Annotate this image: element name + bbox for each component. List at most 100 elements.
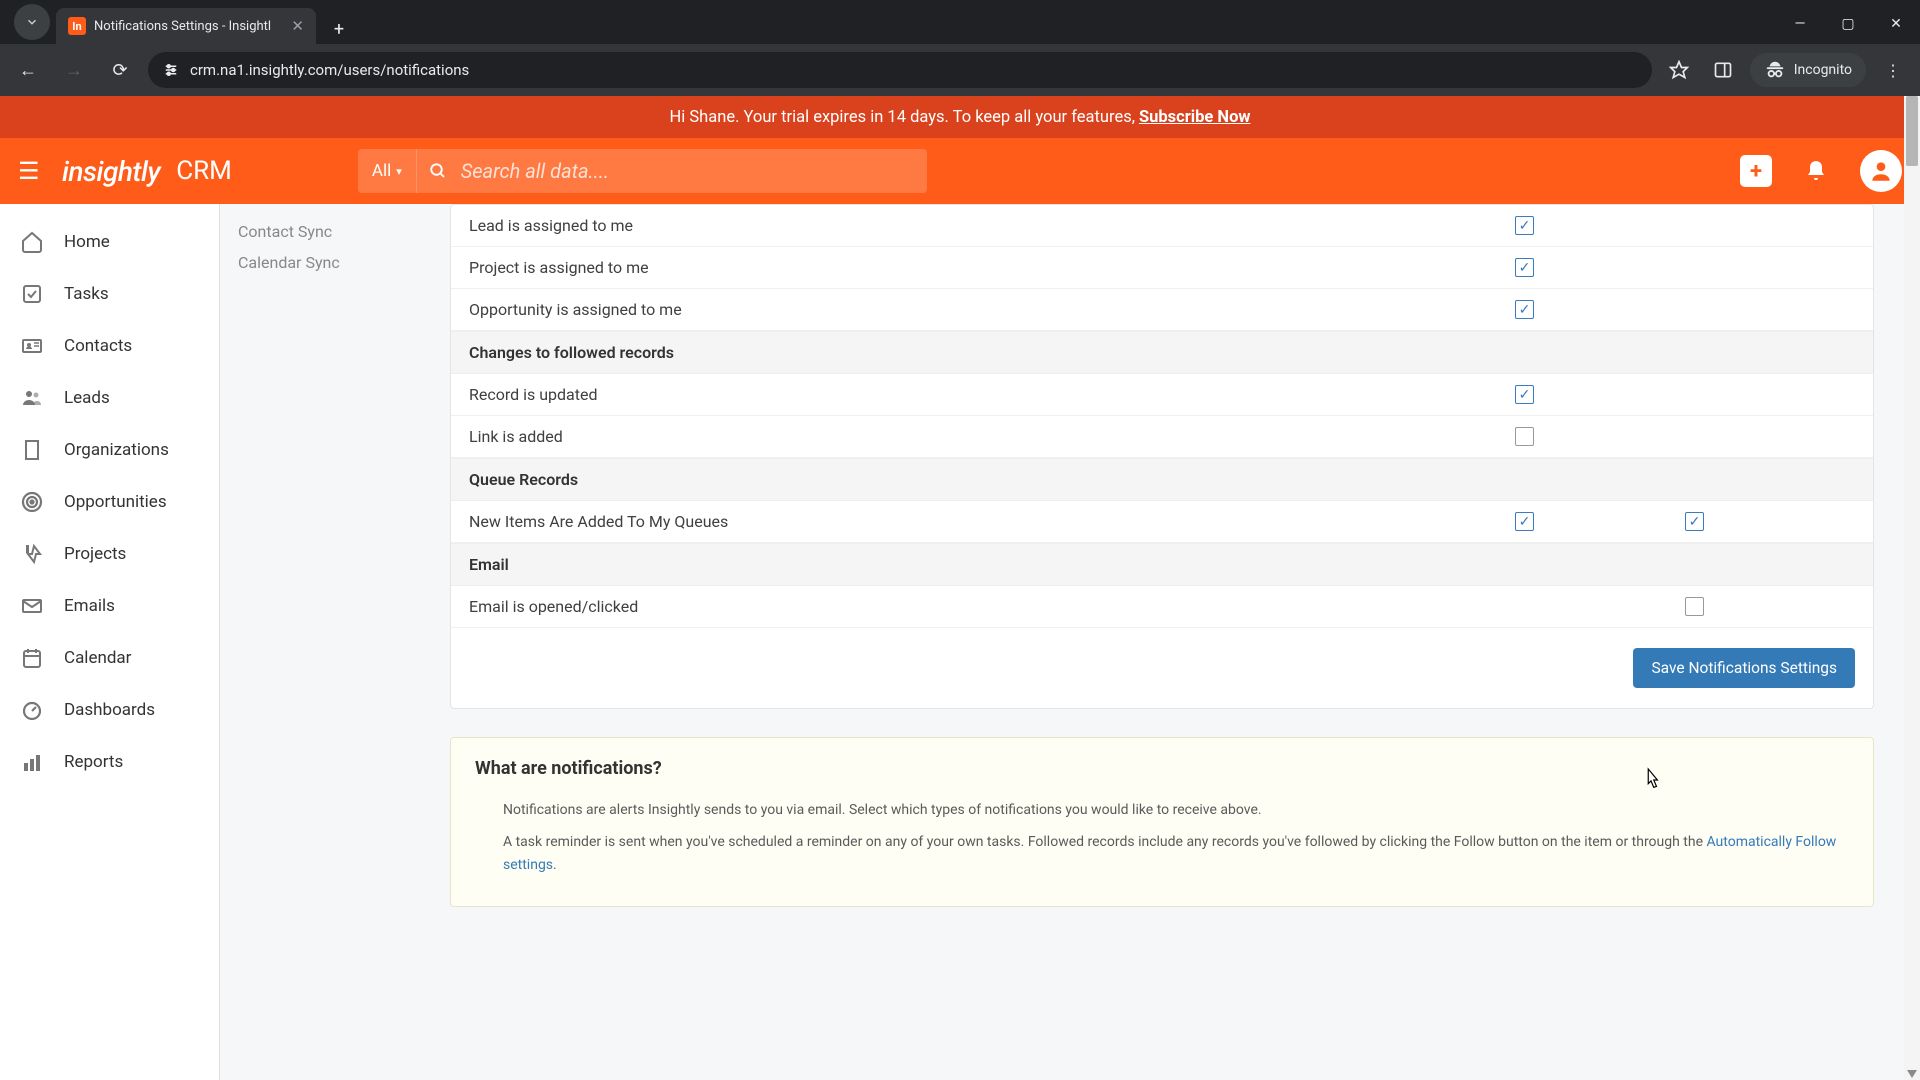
checkbox[interactable]: ✓ xyxy=(1515,385,1534,404)
insightly-logo: insightly xyxy=(62,155,160,188)
checkbox[interactable]: ✓ xyxy=(1515,427,1534,446)
nav-label: Projects xyxy=(64,544,126,564)
incognito-indicator[interactable]: Incognito xyxy=(1750,53,1866,87)
scrollbar-thumb[interactable] xyxy=(1906,96,1918,166)
window-minimize-button[interactable]: — xyxy=(1776,4,1824,44)
info-text-part: . xyxy=(553,857,557,873)
contacts-icon xyxy=(18,334,46,358)
window-close-button[interactable]: ✕ xyxy=(1872,4,1920,44)
nav-label: Tasks xyxy=(64,284,109,304)
window-maximize-button[interactable]: ▢ xyxy=(1824,4,1872,44)
section-header-followed: Changes to followed records xyxy=(451,331,1873,374)
nav-contacts[interactable]: Contacts xyxy=(0,320,219,372)
reports-icon xyxy=(18,750,46,774)
nav-label: Home xyxy=(64,232,110,252)
nav-opportunities[interactable]: Opportunities xyxy=(0,476,219,528)
settings-link-contact-sync[interactable]: Contact Sync xyxy=(238,216,432,247)
section-header-email: Email xyxy=(451,543,1873,586)
main-panel: Lead is assigned to me✓ Project is assig… xyxy=(450,204,1904,1080)
setting-label: Email is opened/clicked xyxy=(469,597,1515,616)
trial-banner: Hi Shane. Your trial expires in 14 days.… xyxy=(0,96,1920,138)
nav-projects[interactable]: Projects xyxy=(0,528,219,580)
checkbox[interactable]: ✓ xyxy=(1685,597,1704,616)
section-header-queue: Queue Records xyxy=(451,458,1873,501)
notifications-bell-icon[interactable] xyxy=(1796,151,1836,191)
site-settings-icon[interactable] xyxy=(162,61,180,79)
browser-address-bar: ← → ⟳ crm.na1.insightly.com/users/notifi… xyxy=(0,44,1920,96)
browser-tab[interactable]: In Notifications Settings - Insightl ✕ xyxy=(56,8,316,44)
nav-label: Leads xyxy=(64,388,110,408)
notifications-card: Lead is assigned to me✓ Project is assig… xyxy=(450,204,1874,709)
setting-label: Record is updated xyxy=(469,385,1515,404)
app-header: ☰ insightly CRM All ▾ + xyxy=(0,138,1920,204)
nav-organizations[interactable]: Organizations xyxy=(0,424,219,476)
quick-add-button[interactable]: + xyxy=(1740,155,1772,187)
url-input[interactable]: crm.na1.insightly.com/users/notification… xyxy=(148,52,1652,88)
nav-home[interactable]: Home xyxy=(0,216,219,268)
new-tab-button[interactable]: + xyxy=(324,14,354,44)
menu-toggle-button[interactable]: ☰ xyxy=(18,157,46,185)
tasks-icon xyxy=(18,282,46,306)
search-scope-label: All xyxy=(372,161,391,181)
info-paragraph: Notifications are alerts Insightly sends… xyxy=(475,799,1849,821)
search-icon xyxy=(429,162,447,180)
tab-close-icon[interactable]: ✕ xyxy=(291,17,304,35)
dashboards-icon xyxy=(18,698,46,722)
checkbox[interactable]: ✓ xyxy=(1515,216,1534,235)
user-avatar-button[interactable] xyxy=(1860,150,1902,192)
side-panel-icon[interactable] xyxy=(1706,53,1740,87)
nav-reports[interactable]: Reports xyxy=(0,736,219,788)
leads-icon xyxy=(18,386,46,410)
chevron-down-icon: ▾ xyxy=(396,165,402,178)
nav-dashboards[interactable]: Dashboards xyxy=(0,684,219,736)
tab-title: Notifications Settings - Insightl xyxy=(94,19,271,34)
subscribe-now-link[interactable]: Subscribe Now xyxy=(1139,108,1251,127)
setting-label: Project is assigned to me xyxy=(469,258,1515,277)
nav-label: Emails xyxy=(64,596,115,616)
nav-emails[interactable]: Emails xyxy=(0,580,219,632)
projects-icon xyxy=(18,542,46,566)
browser-back-button[interactable]: ← xyxy=(10,52,46,88)
browser-forward-button[interactable]: → xyxy=(56,52,92,88)
search-scope-dropdown[interactable]: All ▾ xyxy=(358,149,417,193)
checkbox[interactable]: ✓ xyxy=(1685,512,1704,531)
setting-row: Lead is assigned to me✓ xyxy=(451,205,1873,247)
browser-tab-strip: In Notifications Settings - Insightl ✕ +… xyxy=(0,0,1920,44)
scrollbar[interactable] xyxy=(1904,96,1920,1080)
setting-row: Opportunity is assigned to me✓ xyxy=(451,289,1873,331)
tab-search-button[interactable] xyxy=(14,4,50,40)
setting-row: Email is opened/clicked ✓ xyxy=(451,586,1873,628)
settings-link-calendar-sync[interactable]: Calendar Sync xyxy=(238,247,432,278)
calendar-icon xyxy=(18,646,46,670)
bookmark-star-icon[interactable] xyxy=(1662,53,1696,87)
checkbox[interactable]: ✓ xyxy=(1515,300,1534,319)
settings-sidebar: Contact Sync Calendar Sync xyxy=(220,204,450,1080)
incognito-icon xyxy=(1764,59,1786,81)
save-notifications-button[interactable]: Save Notifications Settings xyxy=(1633,648,1855,688)
main-sidebar: Home Tasks Contacts Leads Organizations … xyxy=(0,204,220,1080)
url-text: crm.na1.insightly.com/users/notification… xyxy=(190,61,469,79)
nav-calendar[interactable]: Calendar xyxy=(0,632,219,684)
organizations-icon xyxy=(18,438,46,462)
search-bar: All ▾ xyxy=(358,149,927,193)
browser-reload-button[interactable]: ⟳ xyxy=(102,52,138,88)
setting-label: Lead is assigned to me xyxy=(469,216,1515,235)
nav-leads[interactable]: Leads xyxy=(0,372,219,424)
setting-label: Link is added xyxy=(469,427,1515,446)
tab-favicon-icon: In xyxy=(68,17,86,35)
nav-label: Dashboards xyxy=(64,700,155,720)
incognito-label: Incognito xyxy=(1794,62,1852,78)
nav-tasks[interactable]: Tasks xyxy=(0,268,219,320)
nav-label: Reports xyxy=(64,752,123,772)
setting-label: New Items Are Added To My Queues xyxy=(469,512,1515,531)
emails-icon xyxy=(18,594,46,618)
checkbox[interactable]: ✓ xyxy=(1515,512,1534,531)
nav-label: Opportunities xyxy=(64,492,167,512)
search-input[interactable] xyxy=(417,159,927,183)
app-name: CRM xyxy=(176,156,232,186)
setting-label: Opportunity is assigned to me xyxy=(469,300,1515,319)
browser-menu-button[interactable]: ⋮ xyxy=(1876,53,1910,87)
setting-row: Link is added✓ xyxy=(451,416,1873,458)
nav-label: Calendar xyxy=(64,648,131,668)
checkbox[interactable]: ✓ xyxy=(1515,258,1534,277)
